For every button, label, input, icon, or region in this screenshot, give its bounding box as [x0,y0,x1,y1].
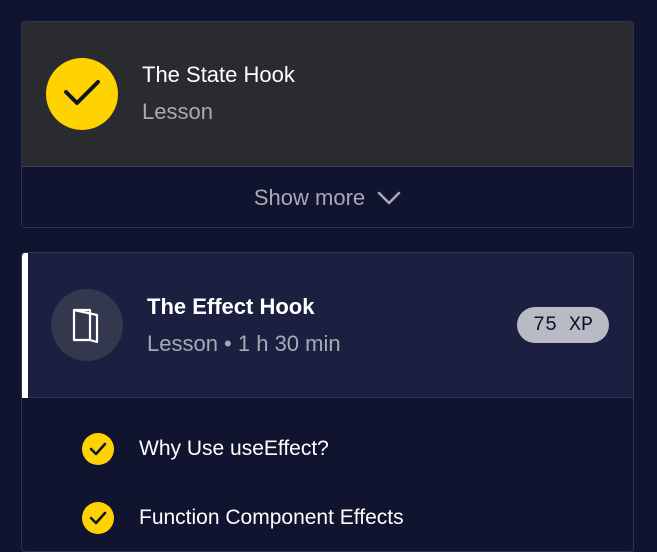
lesson-item-label: Function Component Effects [139,506,404,529]
lesson-card-header[interactable]: The State Hook Lesson [22,22,633,167]
check-icon [46,58,118,130]
lesson-type: Lesson [142,99,213,124]
lesson-item[interactable]: Function Component Effects [82,501,404,535]
lesson-meta: Lesson • 1 h 30 min [147,331,341,356]
check-icon [82,502,114,534]
lesson-item-label: Why Use useEffect? [139,437,329,460]
xp-badge: 75 XP [517,307,609,343]
show-more-button[interactable]: Show more [22,167,633,227]
lesson-card-effect-hook: The Effect Hook Lesson • 1 h 30 min 75 X… [21,252,634,552]
lesson-card-state-hook: The State Hook Lesson Show more [21,21,634,228]
lesson-title: The Effect Hook [147,294,315,319]
show-more-label: Show more [253,184,366,210]
active-indicator [22,253,28,398]
check-icon [82,433,114,465]
book-icon [51,289,123,361]
lesson-title: The State Hook [142,62,295,87]
chevron-down-icon [377,191,401,204]
lesson-card-header[interactable]: The Effect Hook Lesson • 1 h 30 min 75 X… [22,253,633,398]
lesson-item[interactable]: Why Use useEffect? [82,432,329,466]
